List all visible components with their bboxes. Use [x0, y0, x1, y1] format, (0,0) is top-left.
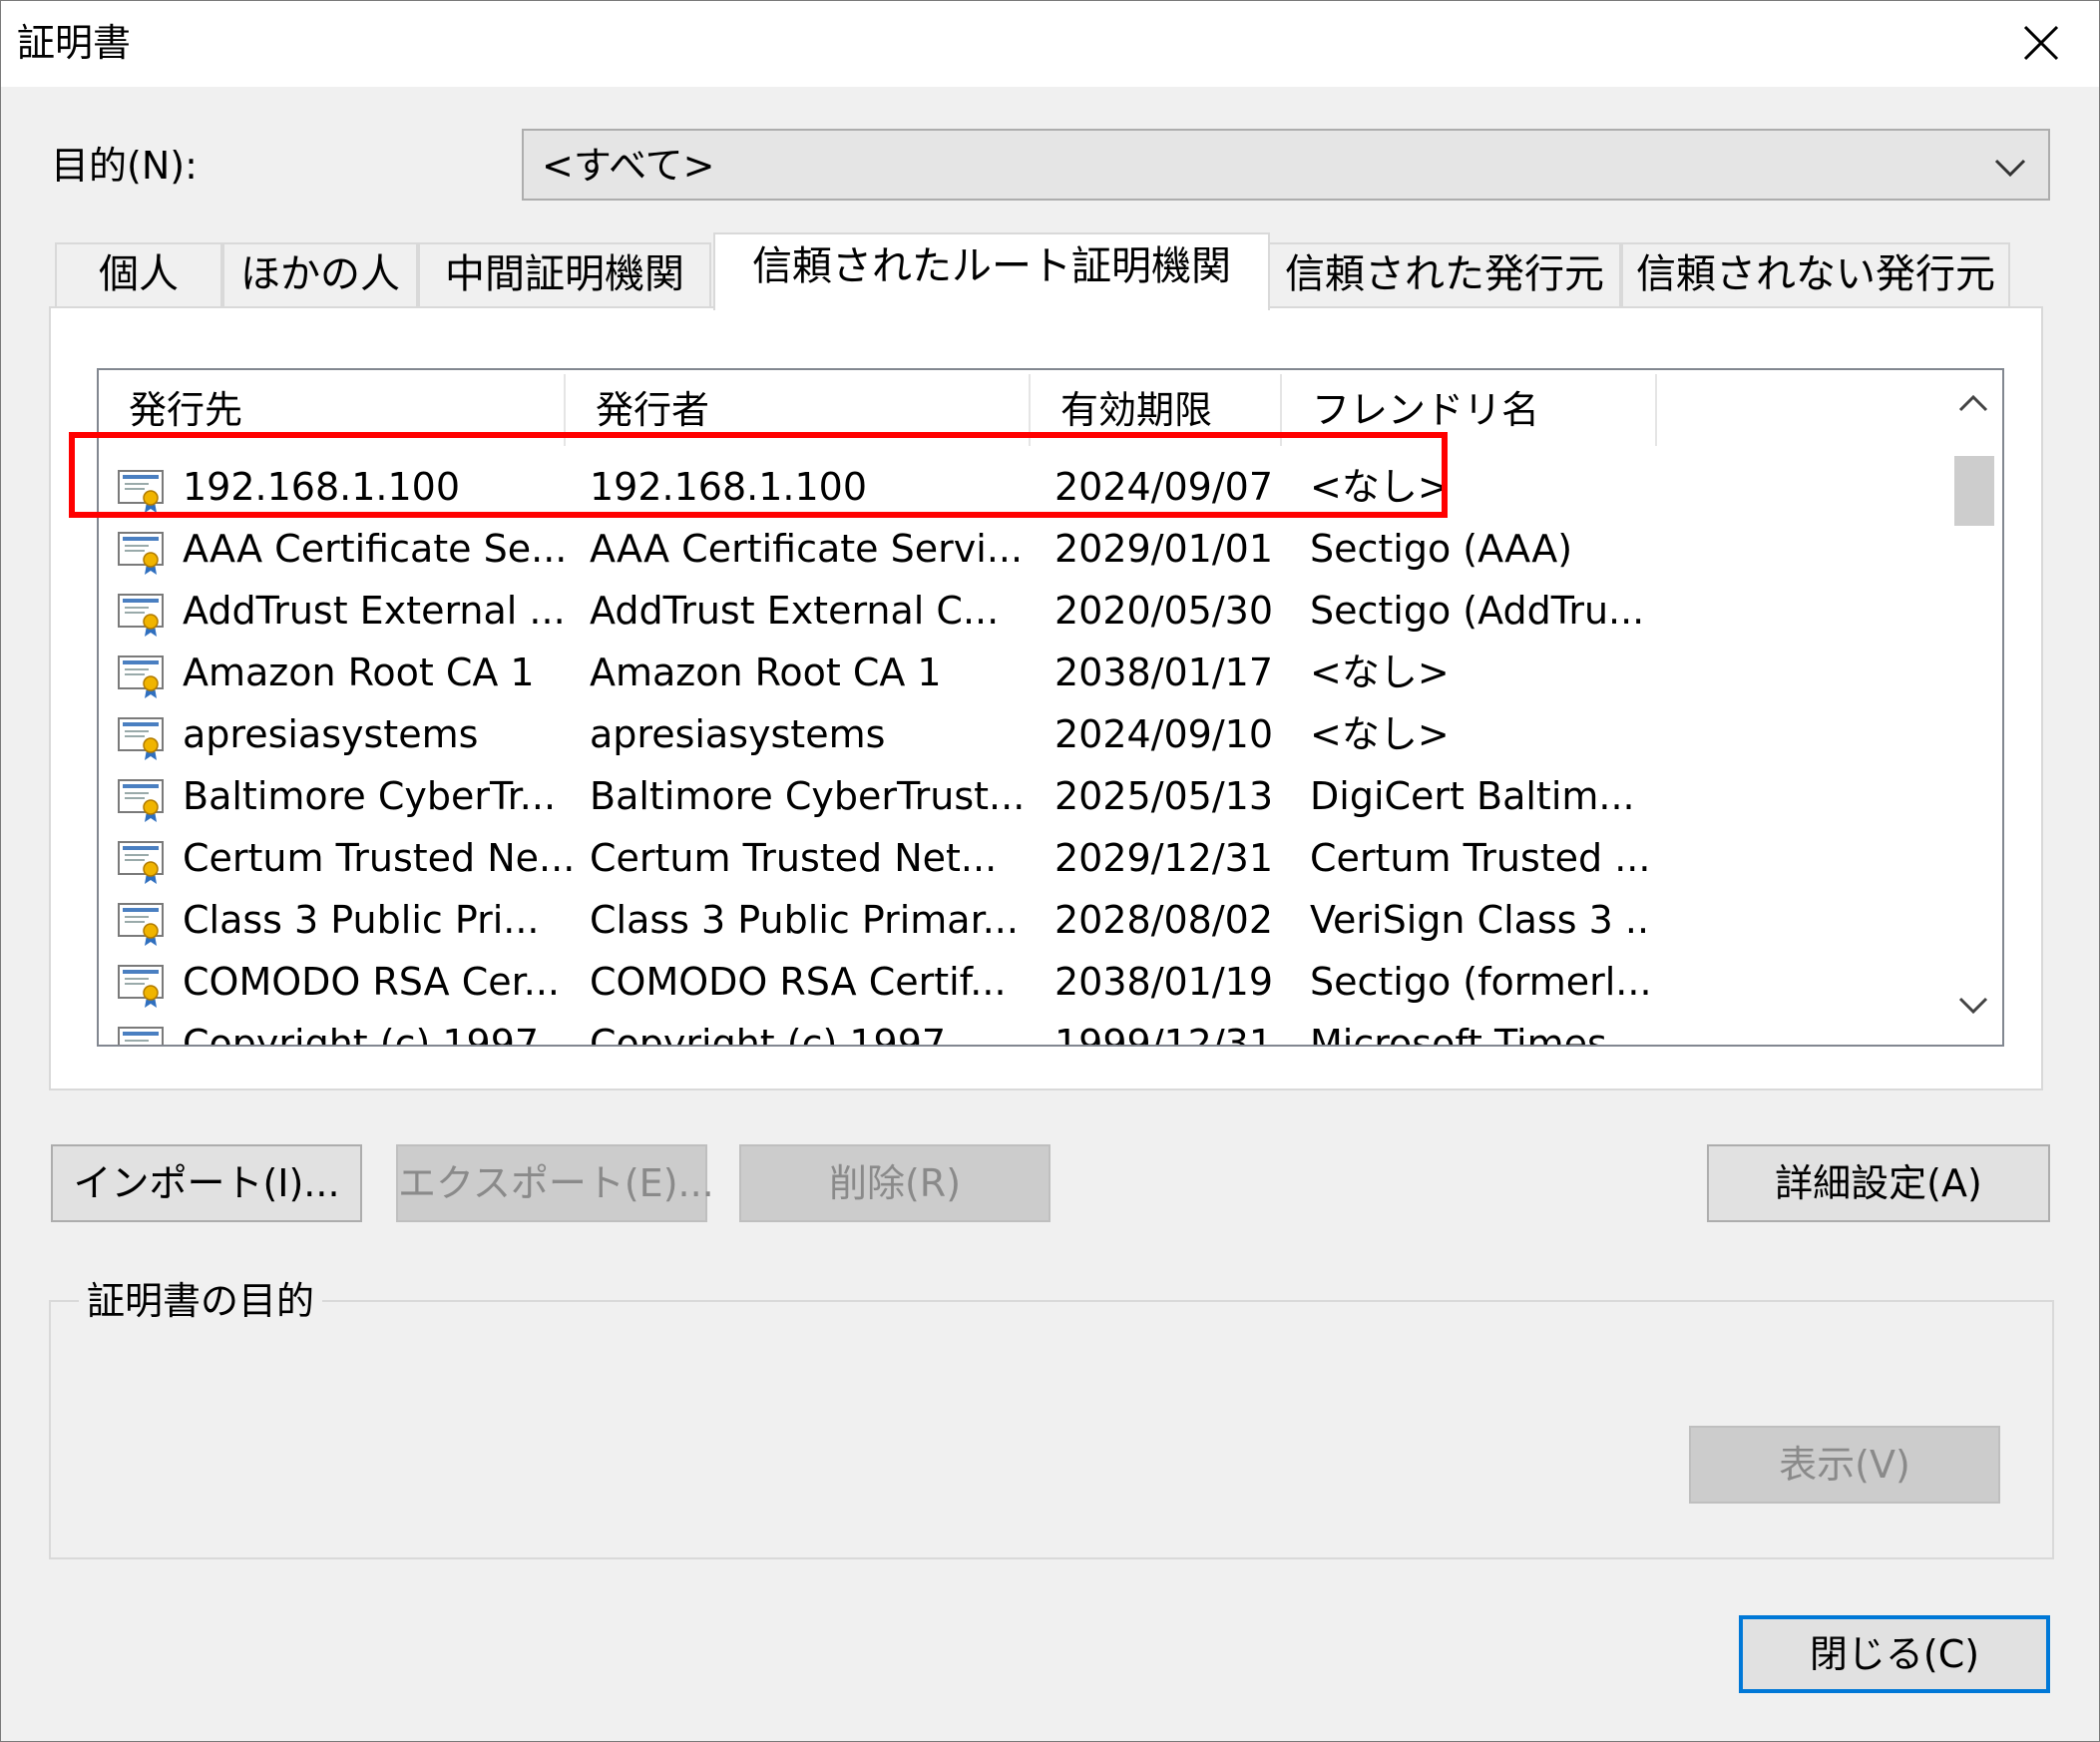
tab-intermediate-ca[interactable]: 中間証明機関 [418, 242, 711, 308]
purpose-selected-value: <すべて> [542, 144, 715, 188]
list-item[interactable]: COMODO RSA Cer... COMODO RSA Certif... 203… [99, 951, 1934, 1013]
highlight-annotation [69, 432, 1448, 518]
import-button[interactable]: インポート(I)... [51, 1144, 362, 1222]
cell-issued-by: apresiasystems [590, 712, 886, 756]
cell-expiration: 2038/01/19 [1054, 960, 1274, 1004]
chevron-down-icon [1994, 159, 2026, 178]
scrollbar-thumb[interactable] [1954, 456, 1994, 526]
close-icon[interactable] [2006, 15, 2076, 71]
cell-issued-to: COMODO RSA Cer... [183, 960, 560, 1004]
tab-trusted-root-ca[interactable]: 信頼されたルート証明機関 [713, 232, 1270, 310]
cell-friendly-name: Sectigo (formerl... [1310, 960, 1649, 1004]
certificate-dialog: 証明書 目的(N): <すべて> 個人 ほかの人 中間証明機関 信頼されたルート… [0, 0, 2100, 1742]
window-title: 証明書 [17, 21, 132, 65]
cell-issued-to: apresiasystems [183, 712, 479, 756]
list-item[interactable]: Certum Trusted Ne... Certum Trusted Net..… [99, 827, 1934, 889]
cell-issued-by: AAA Certificate Servi... [590, 527, 1024, 571]
cell-friendly-name: Sectigo (AAA) [1310, 527, 1573, 571]
certificate-icon [117, 715, 169, 761]
cell-issued-to: Amazon Root CA 1 [183, 651, 535, 694]
cell-issued-to: Copyright (c) 1997 [183, 1022, 540, 1047]
purpose-dropdown[interactable]: <すべて> [522, 129, 2050, 201]
cell-friendly-name: <なし> [1310, 712, 1450, 756]
column-separator[interactable] [1655, 374, 1657, 446]
cell-issued-by: Copyright (c) 1997 [590, 1022, 947, 1047]
purpose-label: 目的(N): [51, 144, 198, 188]
cell-expiration: 2025/05/13 [1054, 774, 1274, 818]
cell-issued-by: Baltimore CyberTrust... [590, 774, 1025, 818]
title-bar: 証明書 [1, 1, 2099, 87]
list-item[interactable]: apresiasystems apresiasystems 2024/09/10 <な… [99, 703, 1934, 765]
remove-button[interactable]: 削除(R) [739, 1144, 1050, 1222]
tab-untrusted-publishers[interactable]: 信頼されない発行元 [1621, 242, 2010, 308]
cell-issued-by: COMODO RSA Certif... [590, 960, 1007, 1004]
cell-friendly-name: Sectigo (AddTru... [1310, 589, 1645, 633]
cell-expiration: 2038/01/17 [1054, 651, 1274, 694]
list-item[interactable]: AAA Certificate Se... AAA Certificate Ser… [99, 518, 1934, 580]
view-button[interactable]: 表示(V) [1689, 1426, 2000, 1504]
certificate-icon [117, 592, 169, 638]
tab-other-people[interactable]: ほかの人 [222, 242, 418, 308]
cell-friendly-name: DigiCert Baltim... [1310, 774, 1635, 818]
cell-issued-to: Class 3 Public Pri... [183, 898, 540, 942]
advanced-button[interactable]: 詳細設定(A) [1707, 1144, 2050, 1222]
cell-friendly-name: Certum Trusted ... [1310, 836, 1649, 880]
chevron-up-icon[interactable] [1956, 388, 1990, 418]
cell-issued-by: Class 3 Public Primar... [590, 898, 1019, 942]
vertical-scrollbar[interactable] [1944, 370, 2002, 1045]
certificate-icon [117, 1025, 169, 1045]
cell-issued-by: Amazon Root CA 1 [590, 651, 942, 694]
cell-expiration: 1999/12/31 [1054, 1022, 1274, 1047]
tab-trusted-publishers[interactable]: 信頼された発行元 [1268, 242, 1621, 308]
export-button[interactable]: エクスポート(E)... [396, 1144, 714, 1222]
list-item[interactable]: Class 3 Public Pri... Class 3 Public Prim… [99, 889, 1934, 951]
cell-expiration: 2029/01/01 [1054, 527, 1274, 571]
cell-expiration: 2028/08/02 [1054, 898, 1274, 942]
cell-issued-to: AAA Certificate Se... [183, 527, 568, 571]
certificate-icon [117, 653, 169, 699]
chevron-down-icon[interactable] [1956, 991, 1990, 1021]
cell-issued-to: Baltimore CyberTr... [183, 774, 557, 818]
list-item[interactable]: Amazon Root CA 1 Amazon Root CA 1 2038/01/… [99, 642, 1934, 703]
cell-issued-by: AddTrust External C... [590, 589, 1000, 633]
close-button[interactable]: 閉じる(C) [1739, 1615, 2050, 1693]
cell-expiration: 2024/09/10 [1054, 712, 1274, 756]
cell-friendly-name: Microsoft Times... [1310, 1022, 1644, 1047]
certificate-icon [117, 777, 169, 823]
cell-expiration: 2020/05/30 [1054, 589, 1274, 633]
certificate-icon [117, 530, 169, 576]
list-item[interactable]: Copyright (c) 1997 Copyright (c) 1997 1999… [99, 1013, 1934, 1047]
certificate-icon [117, 839, 169, 885]
cell-friendly-name: <なし> [1310, 651, 1450, 694]
certificate-icon [117, 963, 169, 1009]
cell-issued-to: Certum Trusted Ne... [183, 836, 576, 880]
cell-friendly-name: VeriSign Class 3 ... [1310, 898, 1649, 942]
cell-issued-to: AddTrust External ... [183, 589, 566, 633]
cell-issued-by: Certum Trusted Net... [590, 836, 998, 880]
list-item[interactable]: Baltimore CyberTr... Baltimore CyberTrust… [99, 765, 1934, 827]
list-item[interactable]: AddTrust External ... AddTrust External C… [99, 580, 1934, 642]
certificate-purpose-label: 証明書の目的 [79, 1276, 323, 1326]
cell-expiration: 2029/12/31 [1054, 836, 1274, 880]
certificate-icon [117, 901, 169, 947]
tab-personal[interactable]: 個人 [55, 242, 222, 308]
